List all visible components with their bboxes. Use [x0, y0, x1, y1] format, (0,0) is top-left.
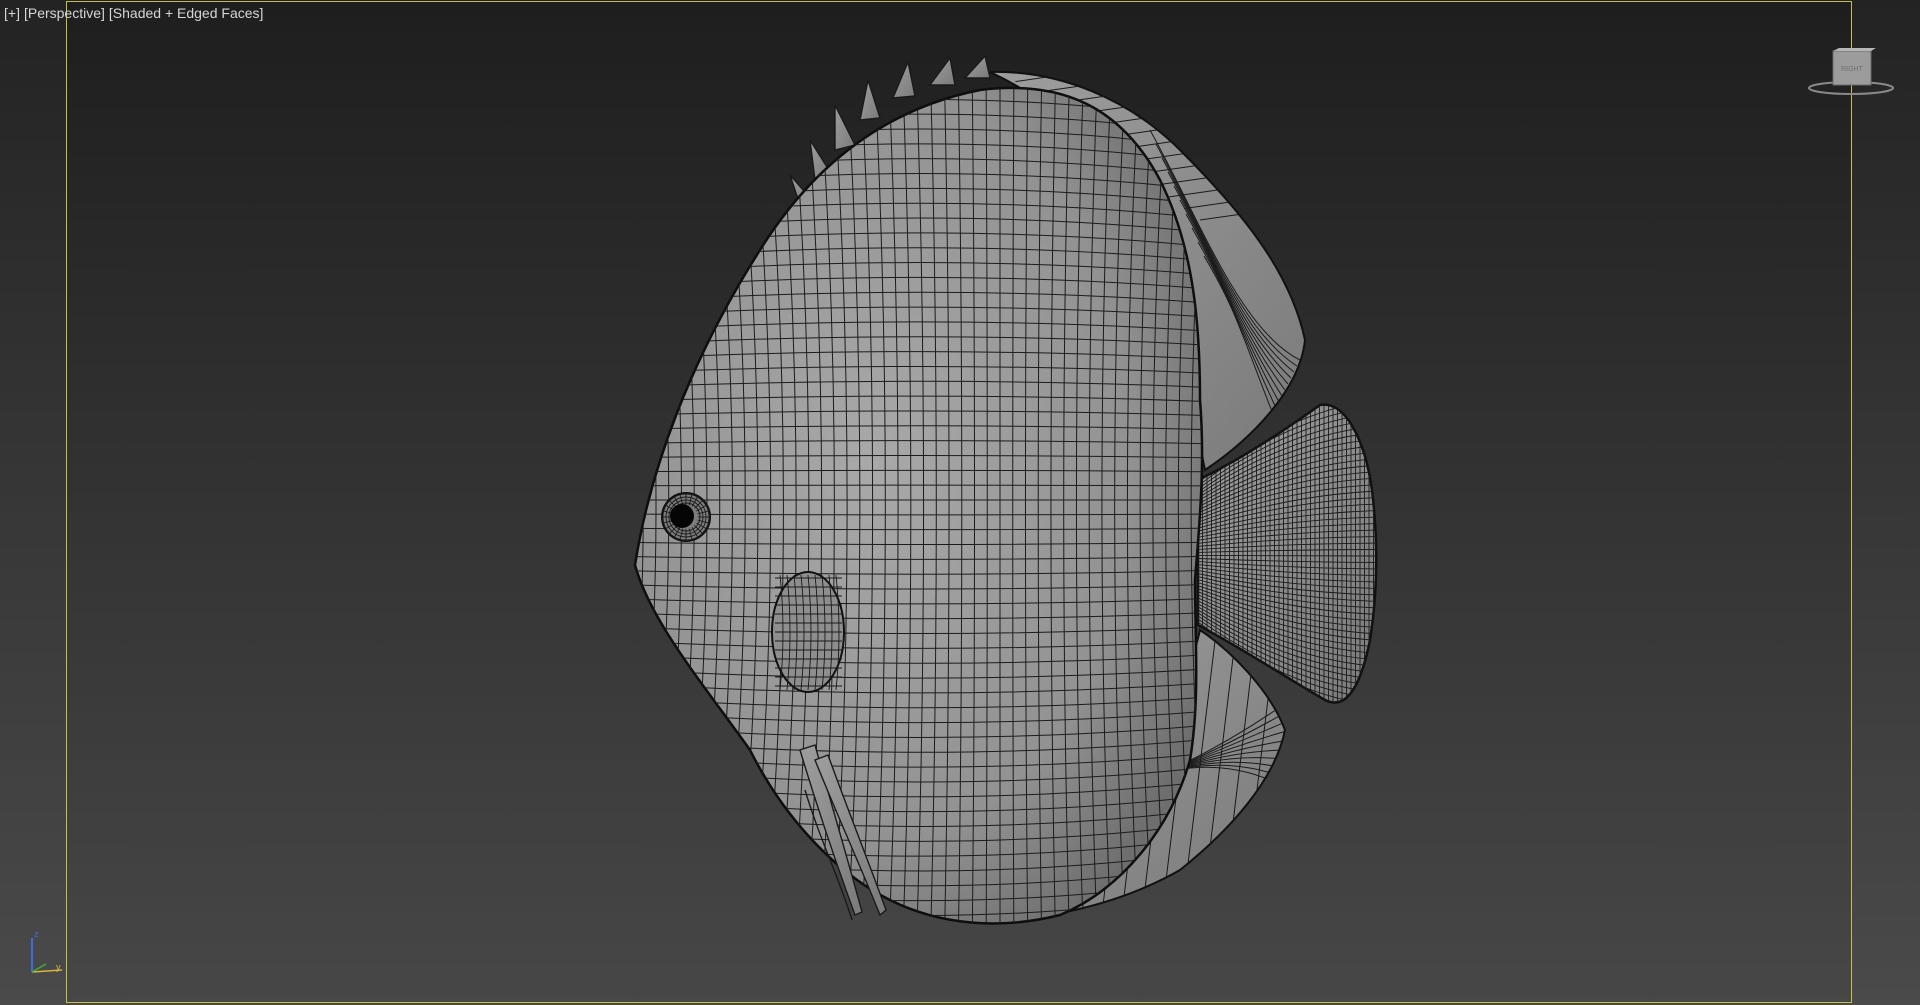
viewport-general-menu[interactable]: [+]: [4, 5, 20, 21]
pectoral-fin: [771, 571, 845, 693]
viewport-label-menu[interactable]: [+] [Perspective] [Shaded + Edged Faces]: [4, 5, 267, 21]
viewport-shading-menu[interactable]: [Shaded + Edged Faces]: [109, 5, 264, 21]
perspective-viewport[interactable]: [+] [Perspective] [Shaded + Edged Faces] R…: [0, 0, 1920, 1005]
axis-y-label: y: [56, 962, 61, 972]
viewport-point-of-view-menu[interactable]: [Perspective]: [24, 5, 105, 21]
axis-z-label: z: [34, 929, 39, 939]
viewcube-icon[interactable]: RIGHT: [1806, 48, 1896, 98]
eye: [661, 492, 711, 542]
discus-fish-model[interactable]: [0, 0, 1920, 1005]
axis-tripod-icon: z y: [31, 929, 63, 973]
viewcube-label: RIGHT: [1841, 66, 1864, 73]
